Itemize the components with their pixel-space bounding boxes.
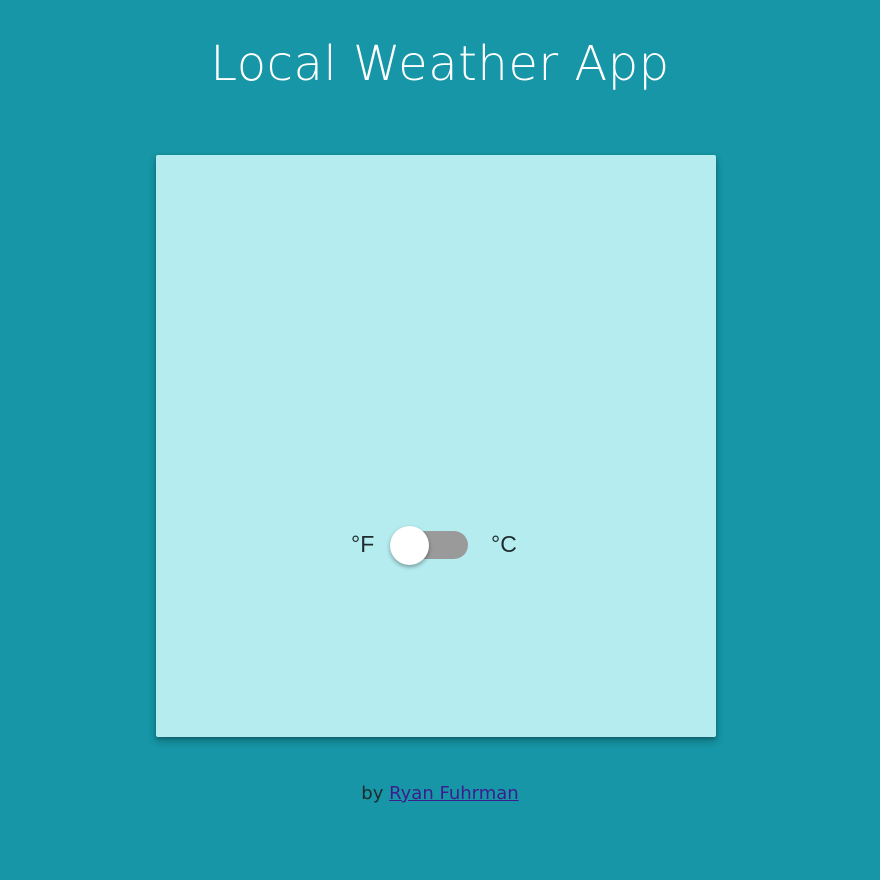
celsius-label: °C — [491, 531, 517, 557]
unit-toggle-switch[interactable] — [390, 525, 470, 565]
page-title: Local Weather App — [210, 36, 670, 92]
weather-card: °F °C — [156, 155, 716, 737]
unit-toggle-row: °F °C — [156, 525, 716, 565]
footer-credit: by Ryan Fuhrman — [0, 780, 880, 808]
author-link[interactable]: Ryan Fuhrman — [389, 783, 519, 804]
by-text: by — [361, 783, 384, 804]
fahrenheit-label: °F — [351, 531, 375, 557]
toggle-thumb[interactable] — [390, 526, 429, 565]
